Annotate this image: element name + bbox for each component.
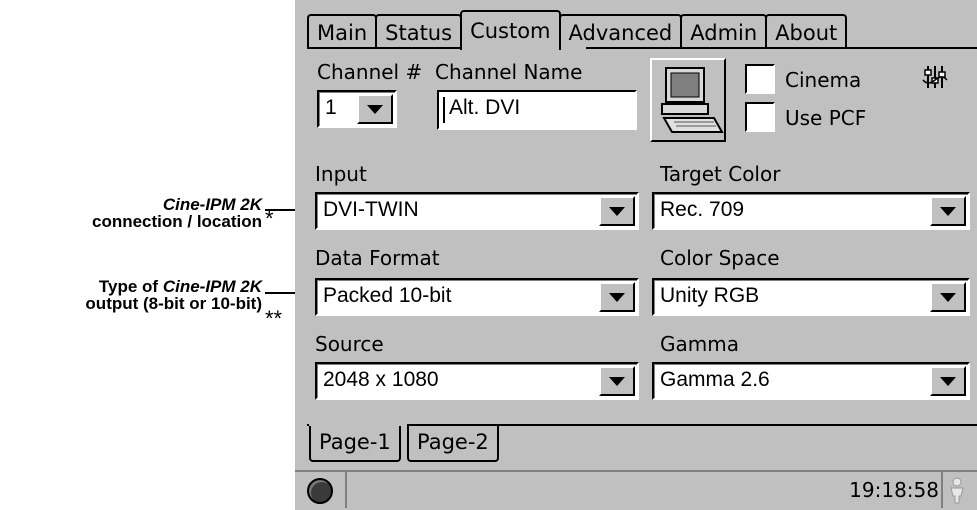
use-pcf-checkbox[interactable] — [745, 102, 775, 132]
status-divider — [941, 470, 943, 508]
use-pcf-label: Use PCF — [785, 106, 867, 130]
color-space-value: Unity RGB — [660, 284, 760, 307]
channel-select[interactable]: 1 — [317, 90, 397, 128]
channel-name-field[interactable]: Alt. DVI — [437, 90, 637, 130]
callout-product: Cine-IPM 2K — [162, 195, 262, 214]
callout-text: output (8-bit or 10-bit) — [85, 294, 262, 313]
input-label: Input — [315, 162, 367, 186]
gamma-label: Gamma — [660, 332, 739, 356]
chevron-down-icon[interactable] — [930, 196, 966, 226]
text-caret — [443, 97, 445, 123]
input-select[interactable]: DVI-TWIN — [315, 192, 639, 230]
tab-advanced[interactable]: Advanced — [558, 14, 683, 48]
tab-page-1[interactable]: Page-1 — [309, 426, 401, 462]
computer-icon — [661, 67, 724, 133]
color-space-select[interactable]: Unity RGB — [652, 278, 970, 316]
source-select[interactable]: 2048 x 1080 — [315, 362, 639, 400]
chevron-down-icon[interactable] — [599, 366, 635, 396]
chevron-down-icon[interactable] — [357, 94, 393, 124]
status-clock: 19:18:58 — [849, 478, 939, 502]
data-format-select[interactable]: Packed 10-bit — [315, 278, 639, 316]
target-color-value: Rec. 709 — [660, 198, 745, 221]
format-callout: Type of Cine-IPM 2K output (8-bit or 10-… — [85, 278, 282, 330]
target-color-select[interactable]: Rec. 709 — [652, 192, 970, 230]
channel-name-value: Alt. DVI — [449, 96, 521, 119]
chevron-down-icon[interactable] — [599, 282, 635, 312]
input-callout: Cine-IPM 2K connection / location * — [91, 195, 274, 231]
computer-button[interactable] — [650, 58, 726, 142]
gamma-value: Gamma 2.6 — [660, 368, 770, 391]
tab-custom[interactable]: Custom — [460, 10, 561, 50]
tab-status[interactable]: Status — [375, 14, 463, 48]
tab-admin[interactable]: Admin — [680, 14, 768, 48]
target-color-label: Target Color — [660, 162, 781, 186]
data-format-value: Packed 10-bit — [323, 284, 452, 307]
chevron-down-icon[interactable] — [930, 366, 966, 396]
person-icon — [950, 477, 964, 504]
input-value: DVI-TWIN — [323, 198, 419, 221]
status-knob-icon[interactable] — [307, 478, 333, 504]
device-panel: Main Status Custom Advanced Admin About … — [295, 0, 977, 510]
callout-mark: * — [265, 206, 274, 231]
filter-settings-button[interactable] — [920, 62, 950, 92]
color-space-label: Color Space — [660, 246, 780, 270]
channel-label: Channel # — [317, 60, 423, 84]
data-format-label: Data Format — [315, 246, 440, 270]
source-value: 2048 x 1080 — [323, 368, 439, 391]
chevron-down-icon[interactable] — [599, 196, 635, 226]
chevron-down-icon[interactable] — [930, 282, 966, 312]
filter-settings-icon — [922, 64, 948, 90]
callout-text: connection / location — [91, 212, 262, 231]
tab-divider — [307, 47, 977, 49]
tab-bar: Main Status Custom Advanced Admin About — [307, 10, 848, 50]
tab-main[interactable]: Main — [307, 14, 378, 48]
tab-page-2[interactable]: Page-2 — [407, 426, 499, 462]
source-label: Source — [315, 332, 384, 356]
tab-about[interactable]: About — [765, 14, 848, 48]
channel-value: 1 — [325, 96, 337, 119]
cinema-label: Cinema — [785, 68, 862, 92]
gamma-select[interactable]: Gamma 2.6 — [652, 362, 970, 400]
cinema-checkbox[interactable] — [745, 64, 775, 94]
channel-name-label: Channel Name — [435, 60, 583, 84]
status-divider — [345, 470, 347, 508]
callout-mark: ** — [265, 306, 283, 331]
